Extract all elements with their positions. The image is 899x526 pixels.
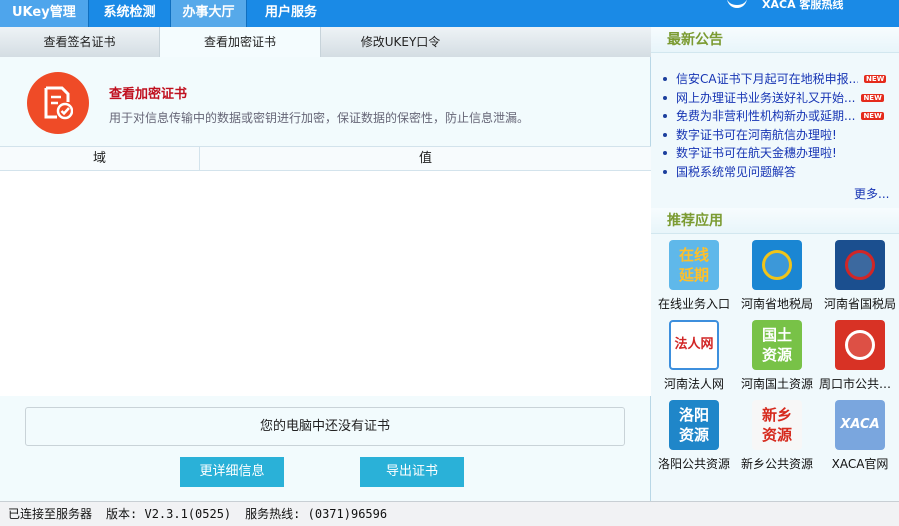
details-button[interactable]: 更详细信息 — [180, 457, 284, 487]
app-tile[interactable]: 周口市公共资源 — [819, 320, 899, 392]
hotline-label: 服务热线: (0371)96596 — [245, 507, 388, 521]
new-badge: NEW — [861, 112, 884, 121]
bullet-icon — [663, 169, 667, 174]
announcement-link[interactable]: 国税系统常见问题解答 — [676, 163, 796, 181]
list-item[interactable]: 免费为非营利性机构新办或延期... NEW — [663, 107, 893, 126]
app-tile[interactable]: 在线 延期在线业务入口 — [653, 240, 735, 312]
legal-person-icon[interactable]: 法人网 — [669, 320, 719, 370]
cert-description: 用于对信息传输中的数据或密钥进行加密，保证数据的保密性，防止信息泄漏。 — [109, 111, 530, 125]
announcements-title: 最新公告 — [651, 27, 899, 53]
app-tile[interactable]: 新乡 资源新乡公共资源 — [736, 400, 818, 472]
top-nav: UKey管理 系统检测 办事大厅 用户服务 — [0, 0, 335, 27]
announcement-list: 信安CA证书下月起可在地税申报... NEW 网上办理证书业务送好礼又开始... N… — [663, 70, 893, 181]
sidebar: 最新公告 信安CA证书下月起可在地税申报... NEW 网上办理证书业务送好礼又开… — [651, 27, 899, 501]
connection-status: 已连接至服务器 — [8, 507, 93, 521]
emblem-shape — [845, 330, 875, 360]
brand-logo-icon — [727, 0, 747, 8]
emblem-shape — [762, 250, 792, 280]
list-item[interactable]: 国税系统常见问题解答 — [663, 163, 893, 182]
apps-title: 推荐应用 — [651, 208, 899, 234]
app-tile[interactable]: 国土 资源河南国土资源 — [736, 320, 818, 392]
app-label: 河南法人网 — [663, 377, 724, 391]
tab-change-ukey-pin[interactable]: 修改UKEY口令 — [320, 27, 480, 57]
app-tile[interactable]: 洛阳 资源洛阳公共资源 — [653, 400, 735, 472]
app-label: 新乡公共资源 — [740, 457, 813, 471]
bullet-icon — [663, 114, 667, 119]
bullet-icon — [663, 151, 667, 156]
column-header-value[interactable]: 值 — [200, 147, 651, 171]
announcement-link[interactable]: 免费为非营利性机构新办或延期... — [676, 107, 855, 125]
bullet-icon — [663, 77, 667, 82]
list-item[interactable]: 数字证书可在河南航信办理啦! — [663, 126, 893, 145]
xinxiang-resource-icon[interactable]: 新乡 资源 — [752, 400, 802, 450]
cert-table-body[interactable] — [0, 171, 651, 396]
app-label: 河南国土资源 — [740, 377, 813, 391]
new-badge: NEW — [864, 75, 887, 84]
app-label: 周口市公共资源 — [819, 377, 899, 391]
more-link[interactable]: 更多... — [854, 185, 889, 202]
app-label: 河南省国税局 — [823, 297, 896, 311]
bullet-icon — [663, 95, 667, 100]
nav-user-service[interactable]: 用户服务 — [247, 0, 335, 27]
brand-hotline-label: XACA 客服热线 — [762, 0, 844, 11]
land-resources-icon[interactable]: 国土 资源 — [752, 320, 802, 370]
status-bar: 已连接至服务器 版本: V2.3.1(0525) 服务热线: (0371)96596 — [0, 501, 899, 526]
app-tile[interactable]: 河南省地税局 — [736, 240, 818, 312]
list-item[interactable]: 信安CA证书下月起可在地税申报... NEW — [663, 70, 893, 89]
announcement-link[interactable]: 信安CA证书下月起可在地税申报... — [676, 70, 858, 88]
main-panel: 查看签名证书 查看加密证书 修改UKEY口令 查看加密证书 用于对信息传输中的数… — [0, 27, 651, 501]
top-bar: UKey管理 系统检测 办事大厅 用户服务 XACA 客服热线 — [0, 0, 899, 27]
zhoukou-resource-icon[interactable] — [835, 320, 885, 370]
cert-title: 查看加密证书 — [109, 87, 188, 102]
xaca-logo-icon[interactable]: XACA — [835, 400, 885, 450]
nav-system-check[interactable]: 系统检测 — [89, 0, 171, 27]
column-header-field[interactable]: 域 — [0, 147, 200, 171]
national-tax-emblem-icon[interactable] — [835, 240, 885, 290]
app-label: 在线业务入口 — [657, 297, 730, 311]
online-renew-icon[interactable]: 在线 延期 — [669, 240, 719, 290]
new-badge: NEW — [861, 93, 884, 102]
certificate-check-icon — [27, 72, 89, 134]
tab-strip-filler — [480, 27, 651, 57]
app-tile[interactable]: XACA XACA官网 — [819, 400, 899, 472]
no-cert-message: 您的电脑中还没有证书 — [25, 407, 625, 446]
cert-header: 查看加密证书 用于对信息传输中的数据或密钥进行加密，保证数据的保密性，防止信息泄… — [0, 57, 651, 146]
brand: XACA 客服热线 — [727, 0, 843, 12]
local-tax-emblem-icon[interactable] — [752, 240, 802, 290]
announcement-link[interactable]: 网上办理证书业务送好礼又开始... — [676, 89, 855, 107]
bullet-icon — [663, 132, 667, 137]
cert-tabs: 查看签名证书 查看加密证书 修改UKEY口令 — [0, 27, 651, 57]
app-tile[interactable]: 河南省国税局 — [819, 240, 899, 312]
emblem-shape — [845, 250, 875, 280]
luoyang-resource-icon[interactable]: 洛阳 资源 — [669, 400, 719, 450]
nav-service-hall[interactable]: 办事大厅 — [171, 0, 247, 27]
announcement-link[interactable]: 数字证书可在航天金穗办理啦! — [676, 144, 837, 162]
nav-ukey-management[interactable]: UKey管理 — [0, 0, 89, 27]
app-label: XACA官网 — [831, 457, 889, 471]
announcement-link[interactable]: 数字证书可在河南航信办理啦! — [676, 126, 837, 144]
version-label: 版本: V2.3.1(0525) — [106, 507, 232, 521]
list-item[interactable]: 数字证书可在航天金穗办理啦! — [663, 144, 893, 163]
app-label: 河南省地税局 — [740, 297, 813, 311]
app-label: 洛阳公共资源 — [657, 457, 730, 471]
cert-table-header: 域 值 — [0, 146, 651, 171]
tab-view-encryption-cert[interactable]: 查看加密证书 — [160, 27, 320, 57]
list-item[interactable]: 网上办理证书业务送好礼又开始... NEW — [663, 89, 893, 108]
app-tile[interactable]: 法人网 河南法人网 — [653, 320, 735, 392]
export-cert-button[interactable]: 导出证书 — [360, 457, 464, 487]
tab-view-signing-cert[interactable]: 查看签名证书 — [0, 27, 160, 57]
